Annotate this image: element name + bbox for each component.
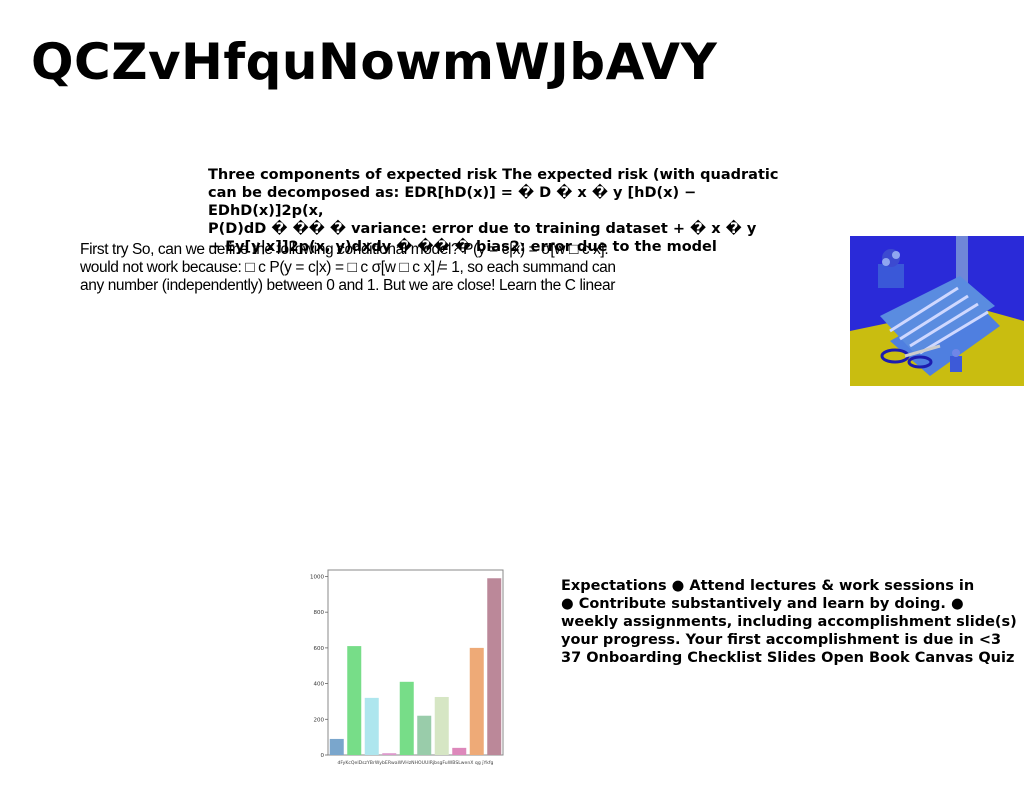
y-tick-label: 600 <box>314 646 325 652</box>
bar-chart: 0 200 400 600 800 1000 dFyKcQelDszYBrWybERwaWV… <box>305 566 510 770</box>
y-tick-label: 400 <box>314 682 325 688</box>
page-title: QCZvHfquNowmWJbAVY <box>31 33 718 91</box>
bar <box>417 715 432 755</box>
bar <box>469 647 484 755</box>
y-tick-label: 0 <box>321 753 325 759</box>
bar <box>382 753 397 755</box>
bar <box>347 646 362 755</box>
expectations-text: Expectations ● Attend lectures & work se… <box>561 578 1017 666</box>
bar <box>329 738 344 755</box>
conditional-model-text: First try So, can we define the followin… <box>80 241 616 294</box>
bar <box>434 696 449 755</box>
y-tick-label: 1000 <box>310 574 324 580</box>
x-tick-labels: dFyKcQelDszYBrWybERwaWVHzNHOUUIRjbsgFuWB… <box>338 760 494 766</box>
bar <box>364 697 379 755</box>
bar <box>452 747 467 755</box>
y-tick-label: 800 <box>314 610 325 616</box>
y-tick-label: 200 <box>314 717 325 723</box>
gift-wrapping-image <box>850 236 1024 386</box>
bar <box>399 681 414 755</box>
bar <box>487 578 502 755</box>
bar-chart-svg: 0 200 400 600 800 1000 dFyKcQelDszYBrWybERwaWV… <box>310 569 504 766</box>
gift-wrapping-photo <box>850 236 1024 386</box>
